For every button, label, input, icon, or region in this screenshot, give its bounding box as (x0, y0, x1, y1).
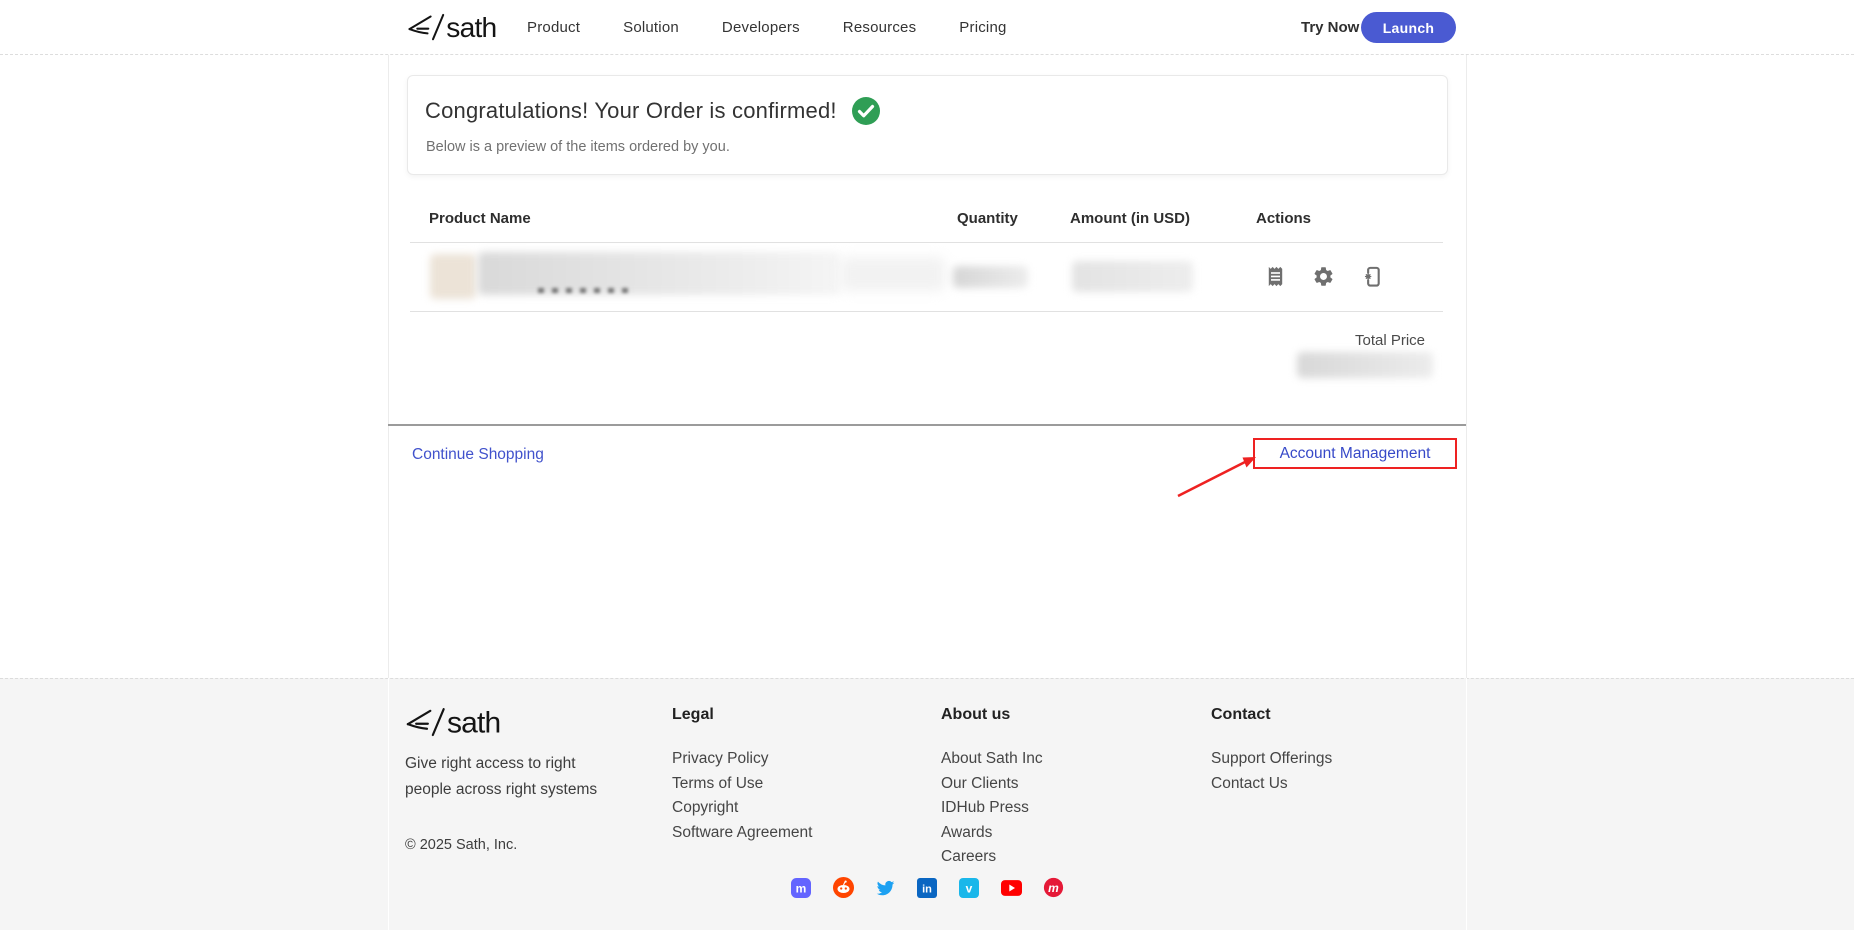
confirmation-subtitle: Below is a preview of the items ordered … (426, 139, 730, 155)
footer-sath-logo[interactable]: sath (402, 705, 502, 745)
footer-link-software-agreement[interactable]: Software Agreement (672, 821, 812, 846)
receipt-icon[interactable] (1264, 265, 1287, 288)
redacted-product-image (430, 254, 476, 299)
youtube-icon[interactable] (1001, 877, 1022, 898)
meetup-icon[interactable]: m (1043, 877, 1064, 898)
svg-text:sath: sath (447, 707, 500, 740)
account-management-highlight-box: Account Management (1253, 438, 1457, 469)
footer-link-our-clients[interactable]: Our Clients (941, 772, 1043, 797)
footer-column-legal: Legal Privacy Policy Terms of Use Copyri… (672, 706, 812, 845)
order-table: Product Name Quantity Amount (in USD) Ac… (410, 196, 1443, 312)
footer-copyright: © 2025 Sath, Inc. (405, 837, 517, 853)
confirmation-card: Congratulations! Your Order is confirmed… (407, 75, 1448, 175)
footer-link-about-sath[interactable]: About Sath Inc (941, 747, 1043, 772)
device-settings-icon[interactable] (1360, 265, 1383, 288)
col-header-quantity: Quantity (957, 210, 1018, 227)
sath-logo-icon: sath (404, 11, 498, 44)
order-table-header: Product Name Quantity Amount (in USD) Ac… (410, 196, 1443, 243)
section-divider (388, 424, 1466, 426)
redacted-total-price (1297, 352, 1433, 378)
content-right-border (1466, 55, 1467, 678)
content-left-border (388, 55, 389, 678)
footer-link-awards[interactable]: Awards (941, 821, 1043, 846)
account-management-link[interactable]: Account Management (1280, 445, 1431, 463)
success-check-icon (851, 96, 881, 126)
footer-column-about: About us About Sath Inc Our Clients IDHu… (941, 706, 1043, 870)
nav-links: Product Solution Developers Resources Pr… (527, 0, 1007, 55)
sath-logo[interactable]: sath (404, 11, 498, 49)
footer-tagline: Give right access to right people across… (405, 751, 623, 802)
svg-text:in: in (922, 883, 932, 895)
mastodon-icon[interactable]: m (791, 877, 812, 898)
col-header-product: Product Name (429, 210, 531, 227)
col-header-actions: Actions (1256, 210, 1311, 227)
confirmation-title: Congratulations! Your Order is confirmed… (425, 98, 837, 124)
footer-link-copyright[interactable]: Copyright (672, 796, 812, 821)
total-price-label: Total Price (1355, 332, 1425, 349)
footer-link-terms-of-use[interactable]: Terms of Use (672, 772, 812, 797)
linkedin-icon[interactable]: in (917, 877, 938, 898)
footer-link-idhub-press[interactable]: IDHub Press (941, 796, 1043, 821)
footer-sath-logo-icon: sath (402, 705, 502, 740)
footer-social-row: m in v (388, 877, 1466, 898)
continue-shopping-link[interactable]: Continue Shopping (412, 446, 544, 464)
footer-column-contact: Contact Support Offerings Contact Us (1211, 706, 1332, 796)
twitter-icon[interactable] (875, 877, 896, 898)
redacted-amount (1072, 261, 1193, 292)
top-nav: sath Product Solution Developers Resourc… (0, 0, 1854, 55)
annotation-arrow (1172, 450, 1267, 502)
row-actions (1264, 265, 1383, 288)
footer-right-rail (1466, 678, 1467, 930)
try-now-label: Try Now (1301, 19, 1359, 36)
redacted-quantity (953, 266, 1028, 288)
nav-item-solution[interactable]: Solution (623, 19, 679, 36)
svg-text:v: v (966, 881, 973, 895)
svg-text:sath: sath (446, 11, 496, 43)
svg-text:m: m (796, 881, 807, 895)
nav-item-product[interactable]: Product (527, 19, 580, 36)
vimeo-icon[interactable]: v (959, 877, 980, 898)
footer-link-support-offerings[interactable]: Support Offerings (1211, 747, 1332, 772)
footer-link-careers[interactable]: Careers (941, 845, 1043, 870)
launch-button[interactable]: Launch (1361, 12, 1456, 43)
redacted-product-subtext (840, 257, 945, 291)
nav-item-developers[interactable]: Developers (722, 19, 800, 36)
redacted-product-name (478, 252, 840, 295)
settings-gear-icon[interactable] (1312, 265, 1335, 288)
nav-item-resources[interactable]: Resources (843, 19, 917, 36)
footer-left-rail (388, 678, 389, 930)
footer-legal-title: Legal (672, 706, 812, 724)
redacted-product-detail-marks (538, 288, 630, 293)
footer-contact-title: Contact (1211, 706, 1332, 724)
reddit-icon[interactable] (833, 877, 854, 898)
try-now-link[interactable]: Try Now › (1301, 0, 1367, 55)
footer-about-title: About us (941, 706, 1043, 724)
footer-link-privacy-policy[interactable]: Privacy Policy (672, 747, 812, 772)
order-table-row (410, 243, 1443, 312)
footer-link-contact-us[interactable]: Contact Us (1211, 772, 1332, 797)
col-header-amount: Amount (in USD) (1070, 210, 1190, 227)
order-confirmation-page: sath Product Solution Developers Resourc… (0, 0, 1854, 930)
nav-item-pricing[interactable]: Pricing (959, 19, 1006, 36)
footer: sath Give right access to right people a… (0, 678, 1854, 930)
svg-text:m: m (1048, 881, 1059, 895)
